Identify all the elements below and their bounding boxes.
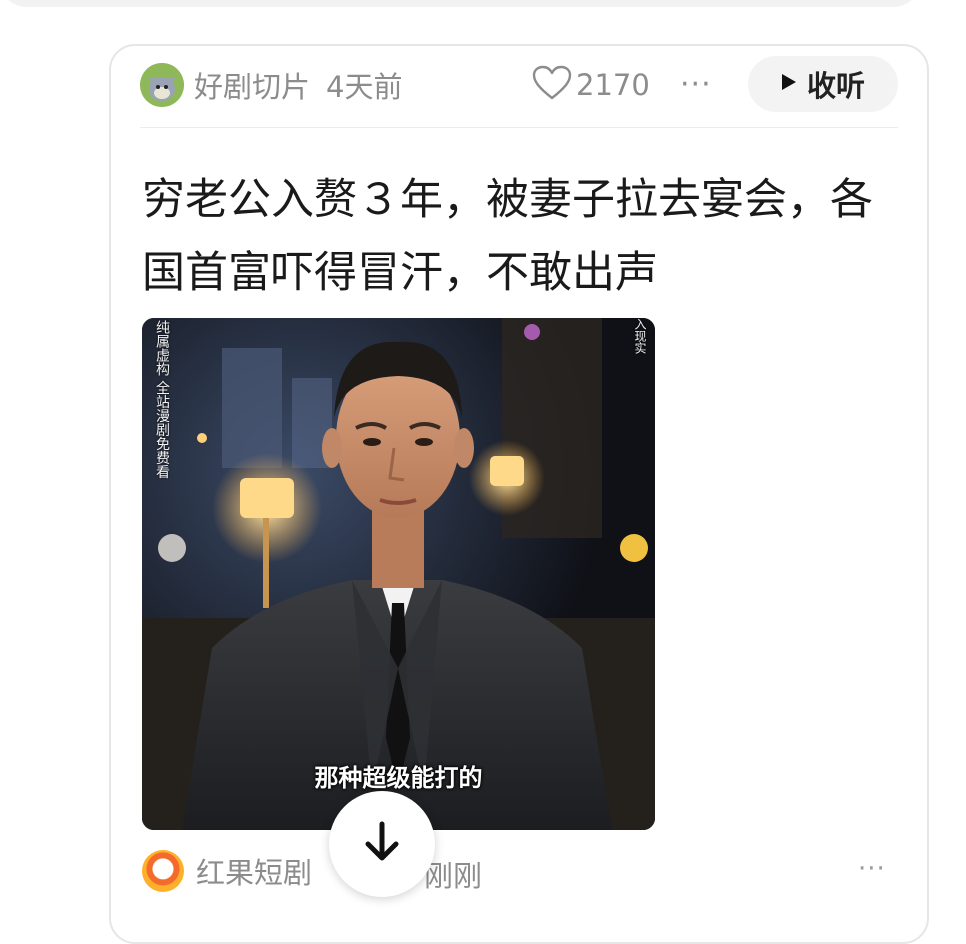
header-divider xyxy=(140,127,898,128)
more-options-icon[interactable]: ··· xyxy=(858,854,886,884)
like-count: 2170 xyxy=(576,68,650,102)
author-name[interactable]: 好剧切片 xyxy=(194,64,310,106)
video-frame-image xyxy=(142,318,655,830)
previous-card-edge xyxy=(0,0,920,7)
like-button[interactable]: 2170 xyxy=(532,56,650,114)
source-logo-icon[interactable] xyxy=(142,850,184,892)
video-corner-caption: 入现实 xyxy=(633,318,647,354)
next-post-header: 红果短剧 刚刚 ··· xyxy=(142,848,902,894)
video-thumbnail[interactable]: 纯属虚构 全站漫剧免费看 入现实 那种超级能打的 xyxy=(142,318,655,830)
arrow-down-icon xyxy=(362,820,402,868)
author-avatar[interactable] xyxy=(140,63,184,107)
video-subtitle: 那种超级能打的 xyxy=(314,764,483,792)
play-icon xyxy=(781,73,797,95)
listen-button[interactable]: 收听 xyxy=(748,56,898,112)
source-name[interactable]: 红果短剧 xyxy=(196,850,312,892)
post-header: 好剧切片 4天前 2170 ··· 收听 xyxy=(140,56,898,114)
post-time: 4天前 xyxy=(326,70,403,104)
listen-label: 收听 xyxy=(806,69,865,103)
scroll-down-button[interactable] xyxy=(329,791,435,897)
heart-icon xyxy=(532,65,572,105)
post-title[interactable]: 穷老公入赘３年，被妻子拉去宴会，各国首富吓得冒汗，不敢出声 xyxy=(142,164,882,310)
video-side-caption: 纯属虚构 全站漫剧免费看 xyxy=(154,320,170,479)
more-options-icon[interactable]: ··· xyxy=(680,67,712,102)
